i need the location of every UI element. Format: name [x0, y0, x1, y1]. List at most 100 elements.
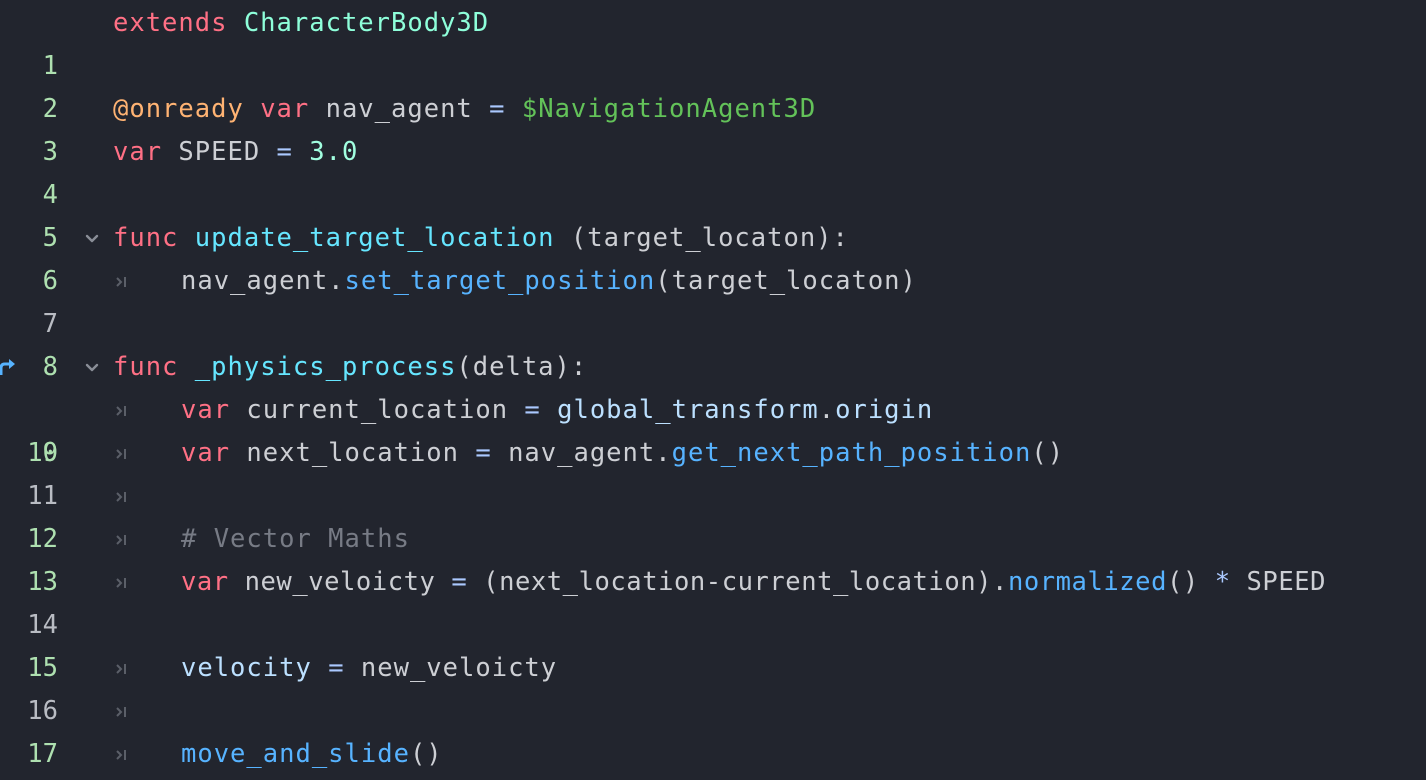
type-token: CharacterBody3D	[243, 8, 490, 38]
text-token: .	[818, 395, 836, 425]
member-token: origin	[835, 395, 934, 425]
text-token: (next_location-current_location)	[467, 567, 993, 597]
tab-indent-icon	[112, 518, 134, 561]
text-token: new_veloicty	[344, 653, 558, 683]
function-call-token: normalized	[1007, 567, 1167, 597]
operator-token: =	[475, 438, 492, 468]
code-content: extends CharacterBody3D	[113, 2, 489, 45]
function-call-token: set_target_position	[344, 266, 656, 296]
text-token: ()	[409, 739, 443, 769]
line-number[interactable]: 18	[18, 776, 58, 780]
text-token: .	[992, 567, 1008, 597]
text-token: .	[328, 266, 345, 296]
text-token: new_veloicty	[228, 567, 452, 597]
code-content: var SPEED = 3.0	[113, 131, 358, 174]
code-content: var next_location = nav_agent.get_next_p…	[181, 432, 1064, 475]
code-line-8[interactable]: 8	[0, 303, 1426, 382]
function-call-token: move_and_slide	[181, 739, 410, 769]
code-line-1[interactable]: 1 extends CharacterBody3D	[0, 2, 1426, 81]
function-name-token: update_target_location	[194, 223, 555, 253]
operator-token: =	[328, 653, 345, 683]
comment-token: # Vector Maths	[181, 524, 410, 554]
node-path-token: $NavigationAgent3D	[521, 94, 817, 124]
code-line-9[interactable]: 9 func _physics_process(delta):	[0, 346, 1426, 468]
code-line-14[interactable]: 14 var new_veloicty = (next_location-cur…	[0, 561, 1426, 640]
code-content: func _physics_process(delta):	[113, 346, 587, 389]
member-token: velocity	[181, 653, 312, 683]
breakpoint-arrow-icon[interactable]	[0, 346, 18, 389]
code-content: var new_veloicty = (next_location-curren…	[181, 561, 1326, 604]
operator-token: =	[451, 567, 468, 597]
code-line-18[interactable]: 18 move_and_slide()	[0, 733, 1426, 776]
function-name-token: _physics_process	[194, 352, 457, 382]
keyword-token: var	[260, 94, 310, 124]
code-content: var current_location = global_transform.…	[181, 389, 933, 432]
code-line-7[interactable]: 7 nav_agent.set_target_position(target_l…	[0, 260, 1426, 339]
member-token: global_transform	[557, 395, 819, 425]
keyword-token: var	[181, 438, 231, 468]
tab-indent-icon	[112, 561, 134, 604]
operator-token: =	[276, 137, 293, 167]
text-token: ()	[1166, 567, 1215, 597]
code-content: nav_agent.set_target_position(target_loc…	[181, 260, 917, 303]
code-content: @onready var nav_agent = $NavigationAgen…	[113, 88, 816, 131]
text-token: nav_agent	[181, 266, 329, 296]
tab-indent-icon	[112, 432, 134, 475]
code-line-15[interactable]: 15	[0, 604, 1426, 683]
number-token: 3.0	[309, 137, 359, 167]
chevron-down-icon[interactable]	[80, 346, 104, 389]
annotation-token: @onready	[113, 94, 244, 124]
text-token: next_location	[230, 438, 476, 468]
text-token: SPEED	[1230, 567, 1327, 597]
code-content: # Vector Maths	[181, 518, 410, 561]
keyword-token: func	[113, 352, 179, 382]
code-line-4[interactable]: 4 var SPEED = 3.0	[0, 131, 1426, 210]
code-line-5[interactable]: 5	[0, 174, 1426, 253]
text-token: current_location	[230, 395, 525, 425]
text-token: SPEED	[162, 137, 277, 167]
text-token: ()	[1031, 438, 1065, 468]
chevron-down-icon[interactable]	[80, 217, 104, 260]
operator-token: *	[1214, 567, 1231, 597]
text-token: (delta):	[456, 352, 588, 382]
tab-indent-icon	[112, 647, 134, 690]
tab-indent-icon	[112, 733, 134, 776]
code-line-2[interactable]: 2	[0, 45, 1426, 124]
keyword-token: var	[181, 395, 231, 425]
code-line-16[interactable]: 16 velocity = new_veloicty	[0, 647, 1426, 726]
text-token: .	[655, 438, 672, 468]
code-content: velocity = new_veloicty	[181, 647, 557, 690]
operator-token: =	[489, 94, 506, 124]
code-line-12[interactable]: 12	[0, 475, 1426, 554]
code-line-17[interactable]: 17	[0, 690, 1426, 769]
tab-indent-icon	[112, 260, 134, 303]
code-line-10[interactable]: 10 var current_location = global_transfo…	[0, 389, 1426, 468]
operator-token: =	[524, 395, 541, 425]
keyword-token: extends	[113, 8, 228, 38]
text-token: nav_agent	[491, 438, 656, 468]
code-line-3[interactable]: 3 @onready var nav_agent = $NavigationAg…	[0, 88, 1426, 167]
code-line-11[interactable]: 11 var next_location = nav_agent.get_nex…	[0, 432, 1426, 511]
code-content: func update_target_location (target_loca…	[113, 217, 849, 260]
code-line-13[interactable]: 13 # Vector Maths	[0, 518, 1426, 597]
tab-indent-icon	[112, 475, 134, 518]
keyword-token: func	[113, 223, 179, 253]
text-token: nav_agent	[309, 94, 490, 124]
text-token: (target_locaton)	[655, 266, 917, 296]
code-editor[interactable]: 1 extends CharacterBody3D 2 3 @onready v…	[0, 0, 1426, 780]
tab-indent-icon	[112, 690, 134, 733]
function-call-token: get_next_path_position	[671, 438, 1032, 468]
code-content: move_and_slide()	[181, 733, 443, 776]
code-line-6[interactable]: 6 func update_target_location (target_lo…	[0, 217, 1426, 296]
keyword-token: var	[113, 137, 163, 167]
keyword-token: var	[181, 567, 229, 597]
text-token: (target_locaton):	[554, 223, 849, 253]
